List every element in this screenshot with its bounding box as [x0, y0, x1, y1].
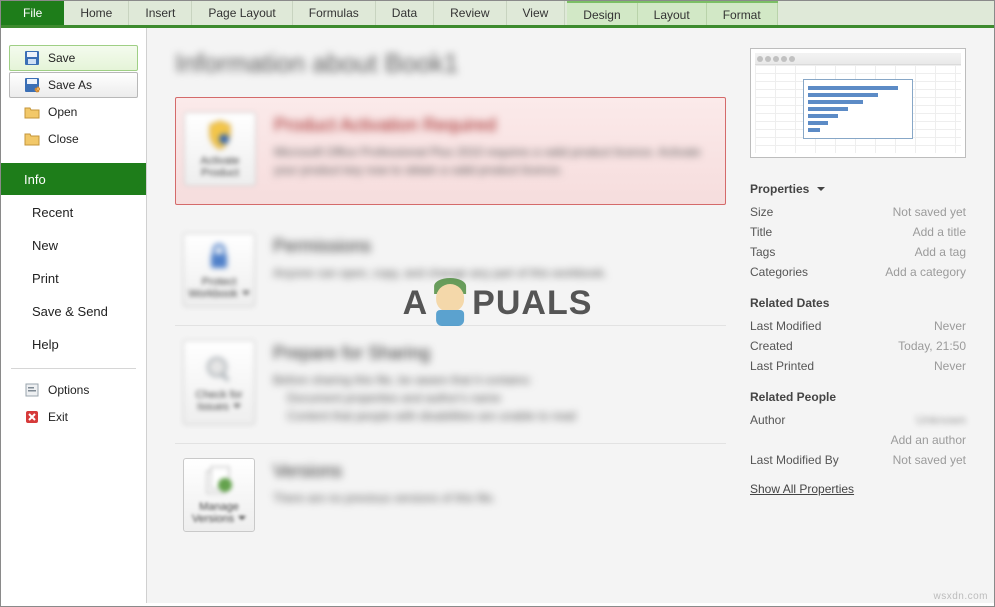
- source-attribution: wsxdn.com: [933, 591, 988, 602]
- versions-icon: [203, 465, 235, 497]
- activate-product-button[interactable]: Activate Product: [184, 112, 256, 186]
- permissions-heading: Permissions: [273, 233, 716, 260]
- info-column: Information about Book1 Activate Product…: [175, 48, 726, 579]
- properties-dropdown[interactable]: Properties: [750, 182, 825, 196]
- shield-key-icon: [204, 119, 236, 151]
- activation-text: Product Activation Required Microsoft Of…: [274, 112, 715, 186]
- related-people-label: Related People: [750, 390, 836, 404]
- sidebar-help[interactable]: Help: [9, 328, 138, 360]
- tab-view[interactable]: View: [507, 1, 566, 25]
- versions-text: Versions There are no previous versions …: [273, 458, 716, 532]
- prop-author: AuthorUnknown: [750, 410, 966, 430]
- sidebar-item-label: Save: [48, 51, 75, 65]
- sidebar-close[interactable]: Close: [9, 126, 138, 152]
- inspect-icon: [203, 353, 235, 385]
- save-as-icon: [24, 77, 40, 93]
- close-folder-icon: [24, 131, 40, 147]
- prop-last-printed: Last PrintedNever: [750, 356, 966, 376]
- sidebar-item-label: Recent: [32, 205, 73, 220]
- prop-add-author[interactable]: Add an author: [750, 430, 966, 450]
- permissions-text: Permissions Anyone can open, copy, and c…: [273, 233, 716, 307]
- save-icon: [24, 50, 40, 66]
- tab-design[interactable]: Design: [567, 3, 637, 25]
- tab-layout[interactable]: Layout: [638, 3, 707, 25]
- prepare-text: Prepare for Sharing Before sharing this …: [273, 340, 716, 425]
- sidebar-save[interactable]: Save: [9, 45, 138, 71]
- tab-data[interactable]: Data: [376, 1, 434, 25]
- button-label: Protect Workbook: [186, 276, 252, 300]
- button-label: Activate Product: [187, 155, 253, 179]
- contextual-tab-group: Design Layout Format: [567, 1, 777, 25]
- tab-formulas[interactable]: Formulas: [293, 1, 376, 25]
- versions-body: There are no previous versions of this f…: [273, 489, 716, 507]
- tab-file[interactable]: File: [1, 1, 64, 25]
- backstage-sidebar: Save Save As Open Close Info Recent: [1, 28, 146, 603]
- tab-page-layout[interactable]: Page Layout: [192, 1, 292, 25]
- sidebar-new[interactable]: New: [9, 229, 138, 261]
- tab-format[interactable]: Format: [707, 3, 778, 25]
- activation-block: Activate Product Product Activation Requ…: [175, 97, 726, 205]
- sidebar-item-label: Open: [48, 105, 77, 119]
- thumbnail-chart: [803, 79, 913, 139]
- sidebar-item-label: Save & Send: [32, 304, 108, 319]
- prop-title[interactable]: TitleAdd a title: [750, 222, 966, 242]
- check-issues-button[interactable]: Check for Issues: [183, 340, 255, 425]
- activation-heading: Product Activation Required: [274, 112, 715, 139]
- page-title: Information about Book1: [175, 48, 726, 79]
- sidebar-item-label: Options: [48, 383, 89, 397]
- protect-workbook-button[interactable]: Protect Workbook: [183, 233, 255, 307]
- tab-review[interactable]: Review: [434, 1, 506, 25]
- sidebar-item-label: Save As: [48, 78, 92, 92]
- sidebar-options[interactable]: Options: [9, 377, 138, 403]
- sidebar-item-label: Close: [48, 132, 79, 146]
- sidebar-item-label: Help: [32, 337, 59, 352]
- sidebar-save-as[interactable]: Save As: [9, 72, 138, 98]
- thumbnail-titlebar: [755, 53, 961, 65]
- document-thumbnail[interactable]: [750, 48, 966, 158]
- thumbnail-body: [755, 65, 961, 153]
- ribbon: File Home Insert Page Layout Formulas Da…: [1, 1, 994, 28]
- prop-size: SizeNot saved yet: [750, 202, 966, 222]
- prepare-block: Check for Issues Prepare for Sharing Bef…: [175, 326, 726, 444]
- permissions-body: Anyone can open, copy, and change any pa…: [273, 264, 716, 282]
- permissions-block: Protect Workbook Permissions Anyone can …: [175, 219, 726, 326]
- button-label: Check for Issues: [186, 389, 252, 413]
- versions-heading: Versions: [273, 458, 716, 485]
- sidebar-recent[interactable]: Recent: [9, 196, 138, 228]
- sidebar-separator: [11, 368, 136, 369]
- sidebar-item-label: Exit: [48, 410, 68, 424]
- open-icon: [24, 104, 40, 120]
- show-all-properties-link[interactable]: Show All Properties: [750, 482, 854, 496]
- related-dates-label: Related Dates: [750, 296, 829, 310]
- sidebar-print[interactable]: Print: [9, 262, 138, 294]
- backstage-content: Information about Book1 Activate Product…: [146, 28, 994, 603]
- sidebar-open[interactable]: Open: [9, 99, 138, 125]
- sidebar-exit[interactable]: Exit: [9, 404, 138, 430]
- prop-categories[interactable]: CategoriesAdd a category: [750, 262, 966, 282]
- prop-created: CreatedToday, 21:50: [750, 336, 966, 356]
- prepare-heading: Prepare for Sharing: [273, 340, 716, 367]
- prop-tags[interactable]: TagsAdd a tag: [750, 242, 966, 262]
- sidebar-item-label: Info: [24, 172, 46, 187]
- properties-pane: Properties SizeNot saved yet TitleAdd a …: [750, 48, 966, 579]
- exit-icon: [24, 409, 40, 425]
- prop-last-modified-by: Last Modified ByNot saved yet: [750, 450, 966, 470]
- sidebar-item-label: New: [32, 238, 58, 253]
- sidebar-item-label: Print: [32, 271, 59, 286]
- sidebar-save-send[interactable]: Save & Send: [9, 295, 138, 327]
- options-icon: [24, 382, 40, 398]
- prepare-bullet-2: Content that people with disabilities ar…: [273, 407, 716, 425]
- prepare-body: Before sharing this file, be aware that …: [273, 371, 716, 389]
- prop-last-modified: Last ModifiedNever: [750, 316, 966, 336]
- versions-block: Manage Versions Versions There are no pr…: [175, 444, 726, 550]
- tab-insert[interactable]: Insert: [129, 1, 192, 25]
- prepare-bullet-1: Document properties and author's name: [273, 389, 716, 407]
- lock-icon: [203, 240, 235, 272]
- tab-home[interactable]: Home: [64, 1, 129, 25]
- manage-versions-button[interactable]: Manage Versions: [183, 458, 255, 532]
- button-label: Manage Versions: [186, 501, 252, 525]
- sidebar-info[interactable]: Info: [1, 163, 146, 195]
- backstage: Save Save As Open Close Info Recent: [1, 28, 994, 603]
- activation-body: Microsoft Office Professional Plus 2010 …: [274, 143, 715, 179]
